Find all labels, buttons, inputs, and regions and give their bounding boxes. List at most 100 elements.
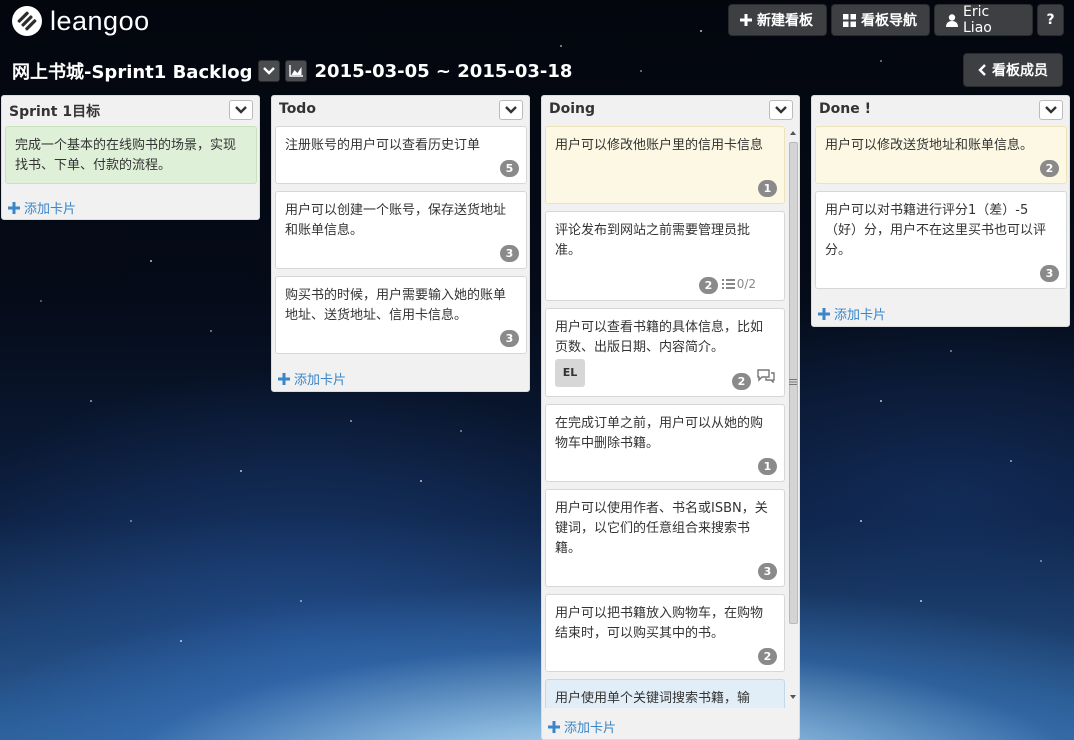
- card-text: 用户可以创建一个账号，保存送货地址和账单信息。: [285, 203, 507, 238]
- plus-icon: [740, 14, 752, 26]
- list-menu-button[interactable]: [769, 100, 793, 120]
- sprint-date-range: 2015-03-05 ~ 2015-03-18: [314, 60, 573, 82]
- card[interactable]: 用户可以创建一个账号，保存送货地址和账单信息。 3: [275, 191, 527, 269]
- estimate-badge: 2: [699, 277, 718, 294]
- add-card-button[interactable]: 添加卡片: [278, 369, 346, 388]
- plus-icon: [818, 307, 830, 320]
- list-title: Todo: [279, 101, 316, 117]
- area-chart-icon: [288, 65, 303, 77]
- estimate-badge: 3: [1040, 265, 1059, 282]
- leangoo-logo[interactable]: leangoo: [12, 5, 150, 37]
- estimate-badge: 3: [500, 245, 519, 262]
- chevron-down-icon: [775, 106, 787, 114]
- card-text: 用户可以查看书籍的具体信息，比如页数、出版日期、内容简介。: [555, 320, 764, 355]
- add-card-button[interactable]: 添加卡片: [8, 198, 76, 217]
- card-text: 评论发布到网站之前需要管理员批准。: [555, 223, 751, 258]
- card[interactable]: 评论发布到网站之前需要管理员批准。 0/2 2: [545, 211, 785, 301]
- list-title: Done !: [819, 101, 871, 117]
- card[interactable]: 用户可以修改送货地址和账单信息。 2: [815, 126, 1067, 184]
- estimate-badge: 5: [500, 160, 519, 177]
- chevron-down-icon: [1045, 106, 1057, 114]
- estimate-badge: 2: [758, 648, 777, 665]
- plus-icon: [8, 201, 20, 214]
- checklist-icon: [721, 279, 735, 289]
- logo-text: leangoo: [50, 5, 150, 36]
- estimate-badge: 3: [758, 563, 777, 580]
- card-text: 完成一个基本的在线购书的场景，实现找书、下单、付款的流程。: [15, 138, 237, 173]
- list-title: Sprint 1目标: [9, 104, 101, 120]
- new-board-button[interactable]: 新建看板: [728, 4, 827, 36]
- plus-icon: [278, 372, 290, 385]
- scroll-up-icon: [790, 131, 796, 135]
- estimate-badge: 2: [732, 373, 751, 390]
- comments-icon: [756, 368, 776, 390]
- card-text: 用户使用单个关键词搜索书籍，输: [555, 691, 751, 706]
- card-text: 注册账号的用户可以查看历史订单: [285, 138, 481, 153]
- board-menu-button[interactable]: [257, 60, 280, 82]
- card-text: 在完成订单之前，用户可以从她的购物车中删除书籍。: [555, 416, 764, 451]
- help-button[interactable]: ?: [1037, 4, 1064, 36]
- add-card-label: 添加卡片: [294, 373, 347, 388]
- add-card-label: 添加卡片: [24, 202, 77, 217]
- list-todo: Todo 注册账号的用户可以查看历史订单 5 用户可以创建一个账号，保存送货地址…: [271, 95, 530, 392]
- add-card-button[interactable]: 添加卡片: [548, 717, 616, 736]
- help-label: ?: [1046, 12, 1055, 28]
- plus-icon: [548, 720, 560, 733]
- card[interactable]: 用户可以使用作者、书名或ISBN，关键词，以它们的任意组合来搜索书籍。 3: [545, 489, 785, 587]
- user-menu-button[interactable]: Eric Liao: [934, 4, 1033, 36]
- list-scrollbar[interactable]: [787, 128, 799, 699]
- card[interactable]: 用户可以修改他账户里的信用卡信息 1: [545, 126, 785, 204]
- burndown-chart-button[interactable]: [284, 60, 307, 82]
- scroll-down-icon: [790, 695, 796, 699]
- board-header: 网上书城-Sprint1 Backlog 2015-03-05 ~ 2015-0…: [12, 58, 572, 84]
- list-done: Done ! 用户可以修改送货地址和账单信息。 2 用户可以对书籍进行评分1（差…: [811, 95, 1070, 327]
- user-icon: [946, 13, 958, 27]
- board-members-label: 看板成员: [992, 63, 1048, 79]
- member-avatar[interactable]: EL: [555, 359, 585, 387]
- chevron-down-icon: [505, 106, 517, 114]
- card[interactable]: 购买书的时候，用户需要输入她的账单地址、送货地址、信用卡信息。 3: [275, 276, 527, 354]
- scroll-grip-icon: [789, 379, 797, 385]
- board-nav-button[interactable]: 看板导航: [831, 4, 930, 36]
- card[interactable]: 用户可以查看书籍的具体信息，比如页数、出版日期、内容简介。 EL 2: [545, 308, 785, 397]
- checklist-progress: 0/2: [721, 274, 756, 294]
- card[interactable]: 用户可以把书籍放入购物车，在购物结束时，可以购买其中的书。 2: [545, 594, 785, 672]
- card-scroll-area[interactable]: 用户可以修改他账户里的信用卡信息 1 评论发布到网站之前需要管理员批准。 0/2…: [542, 124, 799, 708]
- list-header: Doing: [542, 96, 799, 124]
- list-header: Sprint 1目标: [2, 96, 259, 124]
- user-name: Eric Liao: [963, 4, 992, 36]
- card[interactable]: 在完成订单之前，用户可以从她的购物车中删除书籍。 1: [545, 404, 785, 482]
- chevron-down-icon: [262, 67, 275, 75]
- list-menu-button[interactable]: [499, 100, 523, 120]
- add-card-button[interactable]: 添加卡片: [818, 304, 886, 323]
- estimate-badge: 3: [500, 330, 519, 347]
- estimate-badge: 2: [1040, 160, 1059, 177]
- list-sprint-goal: Sprint 1目标 完成一个基本的在线购书的场景，实现找书、下单、付款的流程。…: [1, 95, 260, 220]
- board-nav-label: 看板导航: [861, 13, 917, 29]
- list-title: Doing: [549, 101, 596, 117]
- list-header: Done !: [812, 96, 1069, 124]
- checklist-count: 0/2: [736, 277, 756, 291]
- card[interactable]: 用户使用单个关键词搜索书籍，输: [545, 679, 785, 708]
- board-title: 网上书城-Sprint1 Backlog: [12, 62, 253, 83]
- add-card-label: 添加卡片: [564, 721, 617, 736]
- list-menu-button[interactable]: [1039, 100, 1063, 120]
- card-text: 用户可以把书籍放入购物车，在购物结束时，可以购买其中的书。: [555, 606, 764, 641]
- grid-icon: [843, 13, 856, 27]
- card-text: 用户可以修改他账户里的信用卡信息: [555, 138, 764, 153]
- list-menu-button[interactable]: [229, 100, 253, 120]
- estimate-badge: 1: [758, 180, 777, 197]
- board-members-button[interactable]: 看板成员: [963, 53, 1063, 87]
- card-text: 用户可以使用作者、书名或ISBN，关键词，以它们的任意组合来搜索书籍。: [555, 501, 768, 556]
- card[interactable]: 用户可以对书籍进行评分1（差）-5（好）分，用户不在这里买书也可以评分。 3: [815, 191, 1067, 289]
- list-doing: Doing 用户可以修改他账户里的信用卡信息 1 评论发布到网站之前需要管理员批…: [541, 95, 800, 740]
- card-text: 用户可以修改送货地址和账单信息。: [825, 138, 1034, 153]
- card-text: 用户可以对书籍进行评分1（差）-5（好）分，用户不在这里买书也可以评分。: [825, 203, 1047, 258]
- chevron-down-icon: [235, 106, 247, 114]
- chevron-left-icon: [978, 64, 986, 76]
- list-header: Todo: [272, 96, 529, 124]
- logo-mark-icon: [12, 6, 42, 36]
- card-text: 购买书的时候，用户需要输入她的账单地址、送货地址、信用卡信息。: [285, 288, 507, 323]
- card[interactable]: 完成一个基本的在线购书的场景，实现找书、下单、付款的流程。: [5, 126, 257, 184]
- card[interactable]: 注册账号的用户可以查看历史订单 5: [275, 126, 527, 184]
